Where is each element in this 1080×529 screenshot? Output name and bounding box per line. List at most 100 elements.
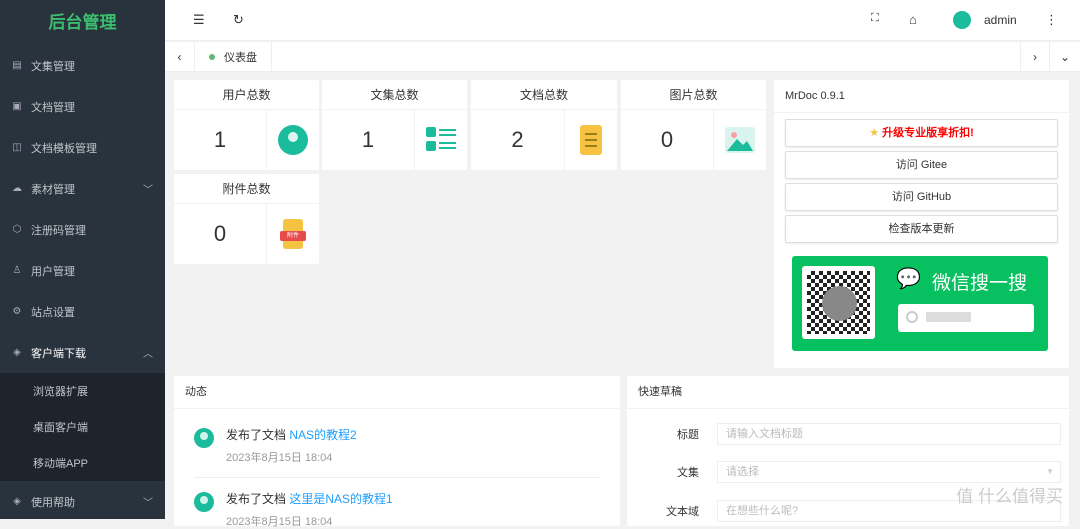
nav-users[interactable]: ♙ 用户管理	[0, 250, 165, 291]
stat-value: 1	[174, 110, 267, 170]
nav-settings[interactable]: ⚙ 站点设置	[0, 291, 165, 332]
nav-regcodes[interactable]: ⬡ 注册码管理	[0, 209, 165, 250]
wechat-icon: 💬	[896, 268, 921, 290]
file-icon: ▤	[12, 60, 22, 71]
stat-title: 用户总数	[174, 80, 319, 110]
nav-docs[interactable]: ▣ 文档管理	[0, 86, 165, 127]
layers-icon: ◈	[13, 496, 21, 507]
gitee-button[interactable]: 访问 Gitee	[785, 151, 1058, 179]
nav-label: 客户端下载	[31, 347, 86, 360]
cube-icon: ⬡	[12, 224, 22, 235]
stat-value: 0	[174, 204, 267, 264]
nav-browser-ext[interactable]: 浏览器扩展	[0, 373, 165, 409]
nav-mobile-app[interactable]: 移动端APP	[0, 445, 165, 481]
clipboard-icon: ▣	[12, 101, 22, 112]
stat-title: 文集总数	[322, 80, 467, 110]
activity-panel: 动态 发布了文档 NAS的教程2 2023年8月15日 18:04 发布了文档 …	[174, 376, 620, 529]
document-icon	[565, 110, 617, 170]
timestamp: 2023年8月15日 18:04	[226, 452, 333, 464]
github-button[interactable]: 访问 GitHub	[785, 183, 1058, 211]
caret-down-icon: ▼	[1046, 467, 1054, 476]
nav-label: 站点设置	[31, 306, 75, 319]
nav-assets[interactable]: ☁ 素材管理 ﹀	[0, 168, 165, 209]
home-icon[interactable]: ⌂	[909, 12, 917, 27]
quick-draft-panel: 快速草稿 标题 请输入文档标题 文集 请选择 ▼ 文本域 在想些什么呢? 值 什么…	[627, 376, 1069, 526]
nav-label: 文集管理	[31, 60, 75, 73]
info-panel: MrDoc 0.9.1 ★ 升级专业版享折扣! 访问 Gitee 访问 GitH…	[774, 80, 1069, 368]
layers-icon: ◈	[13, 347, 21, 358]
doc-link[interactable]: 这里是NAS的教程1	[289, 492, 392, 506]
star-icon: ★	[869, 127, 880, 139]
stat-card-attachments: 附件总数 0 附件	[174, 174, 319, 264]
template-icon: ◫	[12, 142, 22, 153]
qr-code	[802, 266, 875, 339]
stat-title: 文档总数	[471, 80, 617, 110]
chevron-up-icon: ︿	[143, 349, 153, 360]
activity-item: 发布了文档 NAS的教程2 2023年8月15日 18:04	[174, 426, 620, 465]
username[interactable]: admin	[984, 13, 1017, 27]
stat-card-collections: 文集总数 1	[322, 80, 467, 170]
stat-value: 2	[471, 110, 565, 170]
user-icon: ♙	[12, 265, 22, 276]
gear-icon: ⚙	[12, 306, 22, 317]
chevron-down-icon: ﹀	[143, 185, 153, 196]
nav-label: 文档管理	[31, 101, 75, 114]
user-circle-icon	[267, 110, 319, 170]
doc-link[interactable]: NAS的教程2	[289, 428, 356, 442]
more-icon[interactable]: ⋮	[1045, 12, 1058, 28]
sidebar: 后台管理 ▤ 文集管理 ▣ 文档管理 ◫ 文档模板管理 ☁ 素材管理 ﹀ ⬡ 注册码管理 ♙…	[0, 0, 165, 519]
image-icon	[714, 110, 766, 170]
nav-help[interactable]: ◈ 使用帮助 ﹀	[0, 481, 165, 522]
list-icon	[415, 110, 467, 170]
nav-label: 用户管理	[31, 265, 75, 278]
nav-client-download[interactable]: ◈ 客户端下载 ︿	[0, 332, 165, 373]
tab-bar: ‹ 仪表盘 › ⌄	[165, 41, 1080, 72]
header: ☰ ↻ ⛶ ⌂ admin ⋮	[165, 0, 1080, 41]
title-row: 标题 请输入文档标题	[627, 423, 1069, 445]
version-title: MrDoc 0.9.1	[774, 80, 1069, 113]
logo: 后台管理	[48, 13, 117, 32]
collection-row: 文集 请选择 ▼	[627, 461, 1069, 483]
stat-title: 附件总数	[174, 174, 319, 204]
stat-value: 1	[322, 110, 415, 170]
active-dot	[209, 53, 215, 60]
avatar	[194, 492, 214, 512]
stat-title: 图片总数	[621, 80, 766, 110]
tab-dashboard[interactable]: 仪表盘	[195, 41, 272, 72]
wechat-search-box[interactable]	[898, 304, 1034, 332]
nav-label: 素材管理	[31, 183, 75, 196]
avatar[interactable]	[953, 11, 971, 29]
tab-label: 仪表盘	[224, 51, 257, 64]
stat-value: 0	[621, 110, 714, 170]
avatar	[194, 428, 214, 448]
nav-label: 注册码管理	[31, 224, 86, 237]
nav-label: 文档模板管理	[31, 142, 97, 155]
nav-label: 使用帮助	[31, 496, 75, 509]
activity-item: 发布了文档 这里是NAS的教程1 2023年8月15日 18:04	[174, 490, 620, 529]
refresh-icon[interactable]: ↻	[233, 12, 244, 28]
chevron-down-icon: ﹀	[143, 498, 153, 509]
collection-select[interactable]: 请选择 ▼	[717, 461, 1061, 483]
tab-scroll-right[interactable]: ›	[1020, 41, 1050, 72]
activity-title: 动态	[174, 376, 620, 409]
stat-card-images: 图片总数 0	[621, 80, 766, 170]
stat-card-users: 用户总数 1	[174, 80, 319, 170]
fullscreen-icon[interactable]: ⛶	[871, 12, 879, 25]
draft-title: 快速草稿	[627, 376, 1069, 409]
nav-desktop-client[interactable]: 桌面客户端	[0, 409, 165, 445]
wechat-search-label: 微信搜一搜	[932, 273, 1028, 294]
title-input[interactable]: 请输入文档标题	[717, 423, 1061, 445]
tab-dropdown[interactable]: ⌄	[1050, 42, 1080, 72]
nav-collections[interactable]: ▤ 文集管理	[0, 45, 165, 86]
nav-templates[interactable]: ◫ 文档模板管理	[0, 127, 165, 168]
watermark: 值 什么值得买	[956, 487, 1063, 506]
timestamp: 2023年8月15日 18:04	[226, 516, 333, 528]
menu-toggle-icon[interactable]: ☰	[193, 12, 205, 28]
wechat-search-banner: 💬 微信搜一搜	[792, 256, 1048, 351]
stat-card-docs: 文档总数 2	[471, 80, 617, 170]
tab-scroll-left[interactable]: ‹	[165, 41, 195, 72]
attachment-icon: 附件	[267, 204, 319, 264]
upgrade-button[interactable]: ★ 升级专业版享折扣!	[785, 119, 1058, 147]
check-update-button[interactable]: 检查版本更新	[785, 215, 1058, 243]
submenu: 浏览器扩展 桌面客户端 移动端APP	[0, 373, 165, 481]
